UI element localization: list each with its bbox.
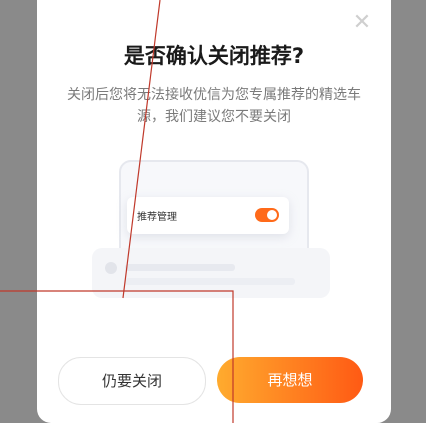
setting-label: 推荐管理 bbox=[137, 212, 177, 223]
keep-button[interactable]: 再想想 bbox=[217, 357, 363, 403]
confirm-close-button[interactable]: 仍要关闭 bbox=[58, 357, 206, 405]
placeholder-line bbox=[125, 278, 295, 285]
dialog: ✕ 是否确认关闭推荐? 关闭后您将无法接收优信为您专属推荐的精选车源，我们建议您… bbox=[37, 0, 391, 423]
placeholder-card bbox=[92, 248, 330, 298]
setting-card: 推荐管理 bbox=[127, 197, 289, 234]
toggle-knob bbox=[267, 210, 277, 220]
placeholder-avatar bbox=[105, 262, 117, 274]
toggle-icon bbox=[255, 208, 279, 222]
placeholder-line bbox=[125, 264, 235, 271]
